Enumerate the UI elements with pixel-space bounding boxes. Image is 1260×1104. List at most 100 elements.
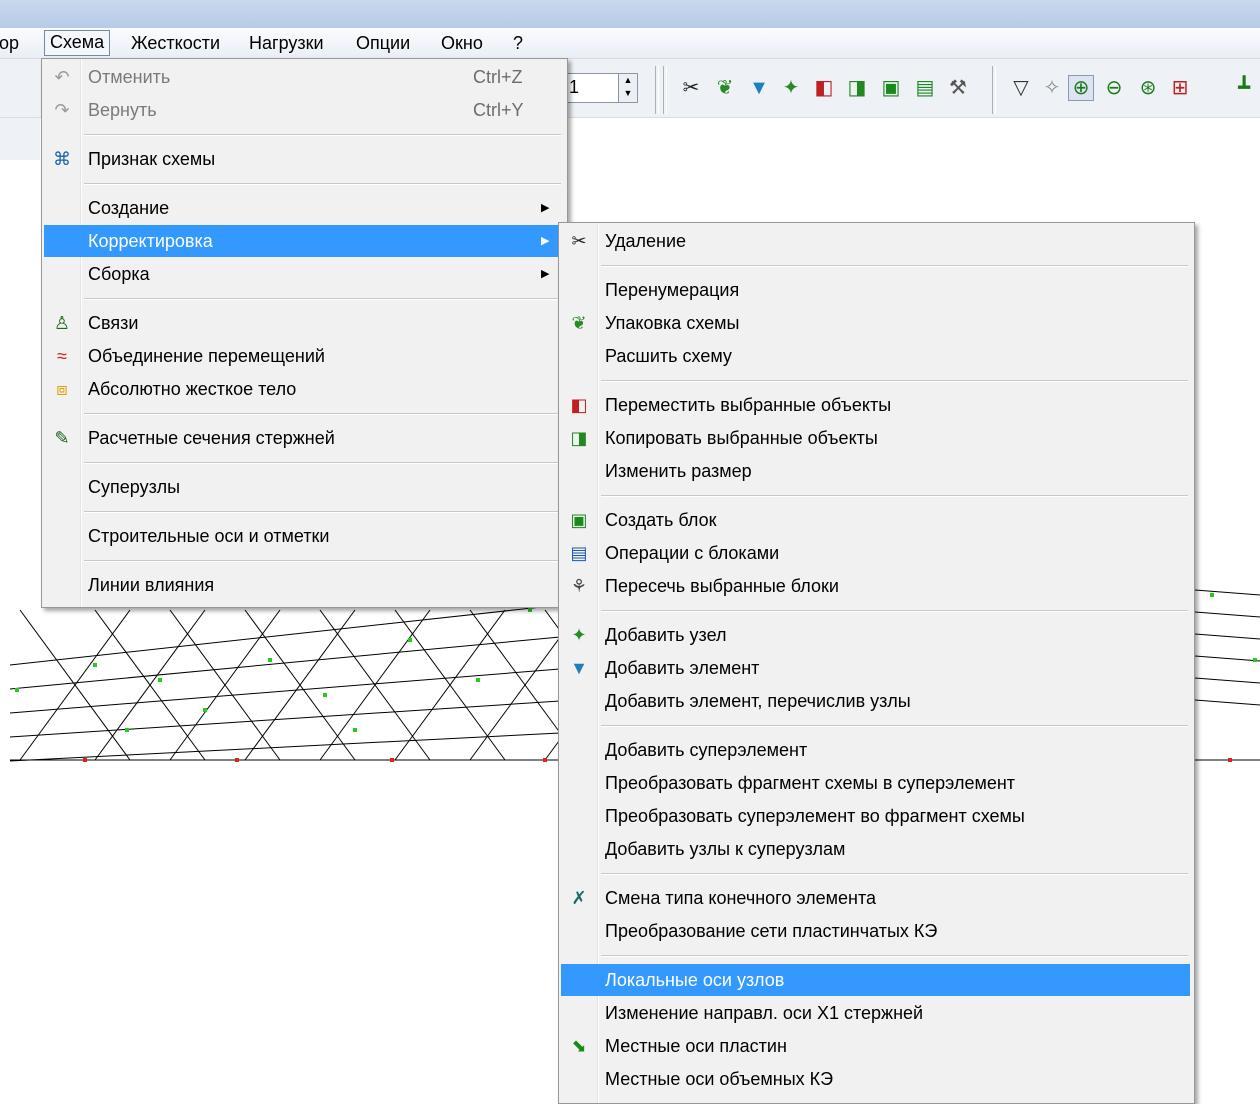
scissors-icon: ✂ (571, 231, 587, 251)
change-type-icon: ✗ (571, 888, 587, 908)
menu-item-label: Отменить (88, 67, 171, 87)
spinner-buttons[interactable]: ▲ ▼ (618, 74, 637, 102)
schema-menu-rigid-body[interactable]: ⧈ Абсолютно жесткое тело (44, 373, 563, 405)
add-element-icon: ▼ (570, 658, 588, 678)
menu-separator (601, 380, 1188, 382)
menu-loads[interactable]: Нагрузки (244, 31, 329, 55)
menu-item-label: Изменить размер (605, 461, 752, 481)
pack-icon[interactable]: ❦ (713, 76, 737, 100)
zoom-out-icon[interactable]: ⊖ (1102, 76, 1126, 100)
add-node-icon[interactable]: ✦ (779, 76, 803, 100)
block-ops-icon[interactable]: ▤ (913, 76, 937, 100)
correction-menu-item-3[interactable]: ❦ Упаковка схемы (561, 307, 1190, 339)
menu-item-label: Корректировка (88, 231, 213, 251)
menu-item-label: Сборка (88, 264, 150, 284)
schema-menu-correction[interactable]: Корректировка ▶ (44, 225, 563, 257)
schema-menu-join-displacements[interactable]: ≈ Объединение перемещений (44, 340, 563, 372)
correction-menu-item-16[interactable]: Добавить элемент, перечислив узлы (561, 685, 1190, 717)
menu-item-label: Перенумерация (605, 280, 740, 300)
correction-menu-item-14[interactable]: ✦ Добавить узел (561, 619, 1190, 651)
schema-menu-influence-lines[interactable]: Линии влияния (44, 569, 563, 601)
menu-separator (84, 462, 561, 464)
correction-menu-item-26[interactable]: Локальные оси узлов (561, 964, 1190, 996)
menu-separator (601, 725, 1188, 727)
correction-menu-item-10[interactable]: ▣ Создать блок (561, 504, 1190, 536)
menu-window[interactable]: Окно (436, 31, 488, 55)
correction-menu-item-4[interactable]: Расшить схему (561, 340, 1190, 372)
correction-menu-item-23[interactable]: ✗ Смена типа конечного элемента (561, 882, 1190, 914)
correction-submenu: ✂ Удаление Перенумерация ❦ Упаковка схемы Рас… (558, 222, 1195, 1104)
correction-menu-item-21[interactable]: Добавить узлы к суперузлам (561, 833, 1190, 865)
menu-separator (84, 298, 561, 300)
schema-menu-scheme-sign[interactable]: ⌘ Признак схемы (44, 143, 563, 175)
menu-stiffness[interactable]: Жесткости (126, 31, 225, 55)
menu-item-label: Преобразовать суперэлемент во фрагмент с… (605, 806, 1025, 826)
scissors-icon[interactable]: ✂ (679, 76, 703, 100)
menu-schema[interactable]: Схема (44, 30, 111, 56)
menu-item-label: Местные оси пластин (605, 1036, 787, 1056)
block-icon[interactable]: ▣ (879, 76, 903, 100)
add-node-icon: ✦ (571, 625, 587, 645)
correction-menu-item-0[interactable]: ✂ Удаление (561, 225, 1190, 257)
menu-separator (84, 560, 561, 562)
correction-menu-item-24[interactable]: Преобразование сети пластинчатых КЭ (561, 915, 1190, 947)
zoom-in-icon[interactable]: ⊕ (1068, 75, 1094, 101)
correction-menu-item-11[interactable]: ▤ Операции с блоками (561, 537, 1190, 569)
wrench-icon[interactable]: ⚒ (946, 76, 970, 100)
correction-menu-item-6[interactable]: ◧ Переместить выбранные объекты (561, 389, 1190, 421)
correction-menu-item-29[interactable]: Местные оси объемных КЭ (561, 1063, 1190, 1095)
menu-editor[interactable]: ор (0, 31, 24, 55)
join-displacements-icon: ≈ (57, 346, 67, 366)
correction-menu-item-7[interactable]: ◨ Копировать выбранные объекты (561, 422, 1190, 454)
filter-icon[interactable]: ▽ (1009, 76, 1033, 100)
schema-menu-rod-sections[interactable]: ✎ Расчетные сечения стержней (44, 422, 563, 454)
schema-menu-undo[interactable]: ↶ Отменить Ctrl+Z (44, 61, 563, 93)
menu-separator (601, 873, 1188, 875)
menu-item-label: Преобразовать фрагмент схемы в суперэлем… (605, 773, 1016, 793)
grid-icon[interactable]: ⊞ (1168, 76, 1192, 100)
schema-menu-building-axes[interactable]: Строительные оси и отметки (44, 520, 563, 552)
menu-item-label: Создание (88, 198, 170, 218)
menu-help[interactable]: ? (508, 31, 528, 55)
menu-item-label: Копировать выбранные объекты (605, 428, 878, 448)
schema-menu-supernodes[interactable]: Суперузлы (44, 471, 563, 503)
correction-menu-item-15[interactable]: ▼ Добавить элемент (561, 652, 1190, 684)
menu-item-label: Абсолютно жесткое тело (88, 379, 297, 399)
correction-menu-item-2[interactable]: Перенумерация (561, 274, 1190, 306)
toolbar-separator (992, 66, 996, 114)
zoom-all-icon[interactable]: ⊛ (1136, 76, 1160, 100)
menu-item-label: Добавить элемент, перечислив узлы (605, 691, 911, 711)
menu-item-label: Смена типа конечного элемента (605, 888, 877, 908)
rigid-body-icon: ⧈ (56, 379, 68, 399)
correction-menu-item-19[interactable]: Преобразовать фрагмент схемы в суперэлем… (561, 767, 1190, 799)
menu-item-label: Операции с блоками (605, 543, 780, 563)
submenu-arrow-icon: ▶ (541, 235, 550, 247)
add-element-icon[interactable]: ▼ (747, 76, 771, 100)
correction-menu-item-12[interactable]: ⚘ Пересечь выбранные блоки (561, 570, 1190, 602)
pack-icon: ❦ (571, 313, 587, 333)
schema-menu-assembly[interactable]: Сборка ▶ (44, 258, 563, 290)
window-titlebar (0, 0, 1260, 28)
move-icon[interactable]: ◧ (812, 76, 836, 100)
undo-icon: ↶ (54, 67, 70, 87)
menu-item-label: Расшить схему (605, 346, 732, 366)
schema-menu-redo[interactable]: ↷ Вернуть Ctrl+Y (44, 94, 563, 126)
correction-menu-item-27[interactable]: Изменение направл. оси X1 стержней (561, 997, 1190, 1029)
fragment-icon[interactable]: ✧ (1040, 76, 1064, 100)
correction-menu-item-28[interactable]: ⬊ Местные оси пластин (561, 1030, 1190, 1062)
correction-menu-item-8[interactable]: Изменить размер (561, 455, 1190, 487)
stick-icon[interactable]: ┻ (1232, 76, 1256, 100)
menu-separator (84, 413, 561, 415)
correction-menu-item-18[interactable]: Добавить суперэлемент (561, 734, 1190, 766)
menu-item-label: Добавить суперэлемент (605, 740, 808, 760)
plate-axes-icon: ⬊ (571, 1036, 587, 1056)
menu-separator (84, 134, 561, 136)
correction-menu-item-20[interactable]: Преобразовать суперэлемент во фрагмент с… (561, 800, 1190, 832)
scale-spinner[interactable]: 1 ▲ ▼ (566, 73, 638, 103)
menu-options[interactable]: Опции (351, 31, 415, 55)
schema-menu-create[interactable]: Создание ▶ (44, 192, 563, 224)
schema-menu-constraints[interactable]: ♙ Связи (44, 307, 563, 339)
block-ops-icon: ▤ (570, 543, 588, 563)
menu-separator (84, 511, 561, 513)
copy-icon[interactable]: ◨ (845, 76, 869, 100)
